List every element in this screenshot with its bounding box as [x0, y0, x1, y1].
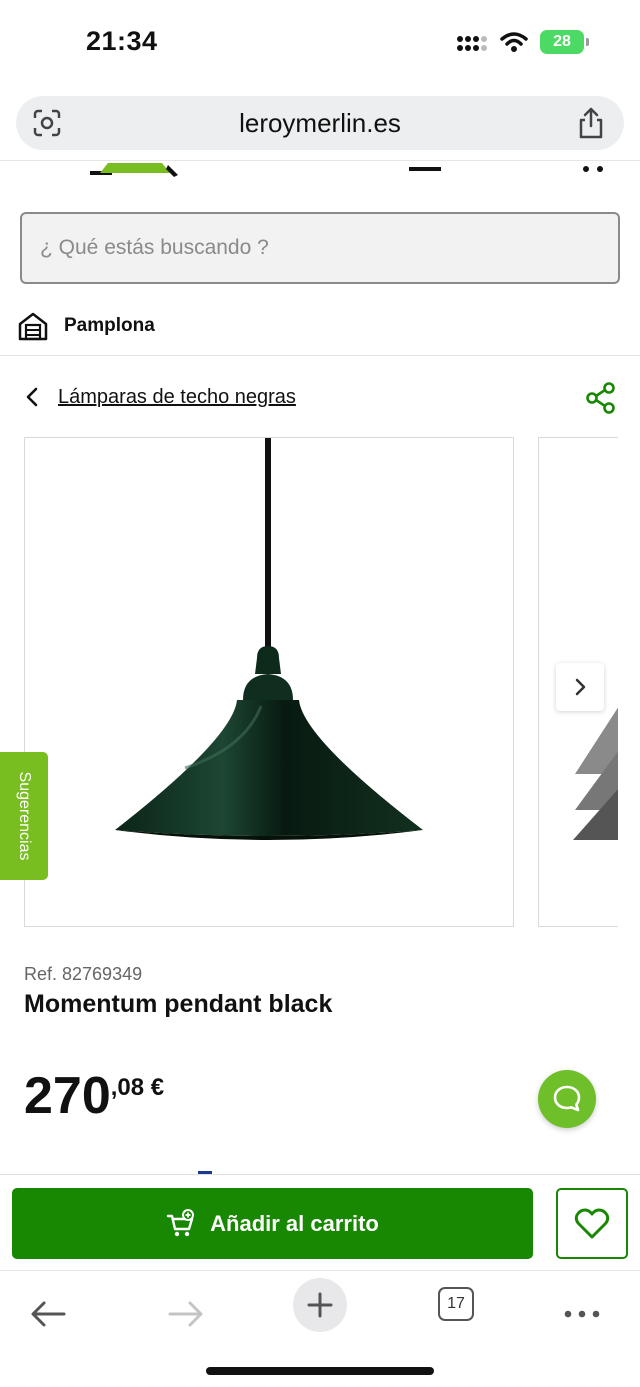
signal-icon — [457, 36, 487, 51]
product-ref: Ref. 82769349 — [24, 964, 143, 984]
price-decimal: ,08 € — [110, 1074, 165, 1101]
suggestions-tab[interactable]: Sugerencias — [0, 752, 48, 880]
product-image-main[interactable] — [24, 437, 514, 927]
heart-icon — [574, 1208, 610, 1238]
back-button[interactable] — [26, 1281, 70, 1347]
product-action-bar: Añadir al carrito — [0, 1174, 640, 1270]
add-to-cart-button[interactable]: Añadir al carrito — [12, 1188, 533, 1259]
wifi-icon — [500, 32, 528, 52]
site-header-partial — [0, 160, 640, 184]
battery-indicator: 28 — [540, 30, 589, 54]
cart-icon-partial — [583, 166, 603, 172]
account-icon-partial — [409, 167, 441, 171]
more-button[interactable] — [562, 1281, 602, 1347]
store-name[interactable]: Pamplona — [64, 315, 155, 337]
breadcrumb-link[interactable]: Lámparas de techo negras — [58, 386, 296, 409]
product-title: Momentum pendant black — [24, 990, 333, 1018]
url-text[interactable]: leroymerlin.es — [16, 108, 624, 139]
breadcrumb[interactable]: Lámparas de techo negras — [24, 380, 296, 414]
status-bar: 21:34 28 — [0, 0, 640, 88]
home-store-icon — [18, 312, 48, 341]
forward-button[interactable] — [164, 1281, 208, 1347]
suggestions-tab-label: Sugerencias — [16, 771, 33, 861]
share-icon[interactable] — [576, 106, 606, 140]
forward-arrow-icon — [168, 1301, 203, 1327]
chat-icon — [553, 1085, 581, 1112]
search-box[interactable] — [20, 212, 620, 284]
new-tab-button[interactable] — [293, 1278, 347, 1332]
payment-info-partial — [24, 1166, 324, 1174]
chat-button[interactable] — [538, 1070, 596, 1128]
add-to-cart-label: Añadir al carrito — [210, 1210, 379, 1236]
chevron-right-icon — [575, 678, 586, 696]
more-icon — [564, 1310, 600, 1318]
plus-icon — [307, 1292, 333, 1318]
cart-icon — [166, 1208, 195, 1236]
search-input[interactable] — [40, 236, 600, 260]
pendant-lamp-image — [115, 438, 423, 840]
product-price: 270 ,08 € — [24, 1070, 164, 1122]
section-divider — [0, 355, 640, 356]
wishlist-button[interactable] — [556, 1188, 628, 1259]
home-indicator — [206, 1367, 434, 1375]
share-nodes-icon[interactable] — [586, 382, 616, 414]
store-selector[interactable]: Pamplona — [18, 308, 155, 344]
chevron-left-icon[interactable] — [24, 386, 40, 408]
leroy-merlin-logo — [90, 163, 178, 177]
status-time: 21:34 — [86, 26, 158, 56]
tabs-button[interactable]: 17 — [438, 1287, 474, 1321]
url-bar[interactable]: leroymerlin.es — [16, 96, 624, 150]
back-arrow-icon — [31, 1301, 66, 1327]
status-icons: 28 — [456, 30, 589, 54]
gallery-next-button[interactable] — [556, 663, 604, 711]
price-integer: 270 — [24, 1067, 111, 1125]
